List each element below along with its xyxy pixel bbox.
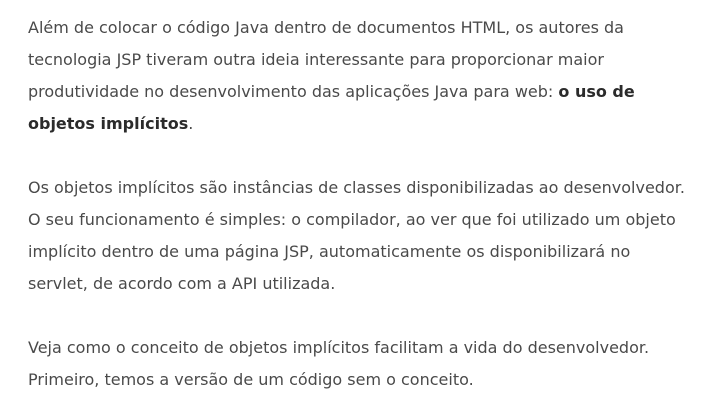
article-body: Além de colocar o código Java dentro de … xyxy=(28,12,692,396)
paragraph-example-intro: Veja como o conceito de objetos implícit… xyxy=(28,338,650,389)
paragraph-implicit-objects-intro: Além de colocar o código Java dentro de … xyxy=(28,12,692,140)
paragraph-1-text: Além de colocar o código Java dentro de … xyxy=(28,18,624,101)
paragraph-1-end: . xyxy=(188,114,194,133)
paragraph-implicit-objects-definition: Os objetos implícitos são instâncias de … xyxy=(28,178,685,293)
